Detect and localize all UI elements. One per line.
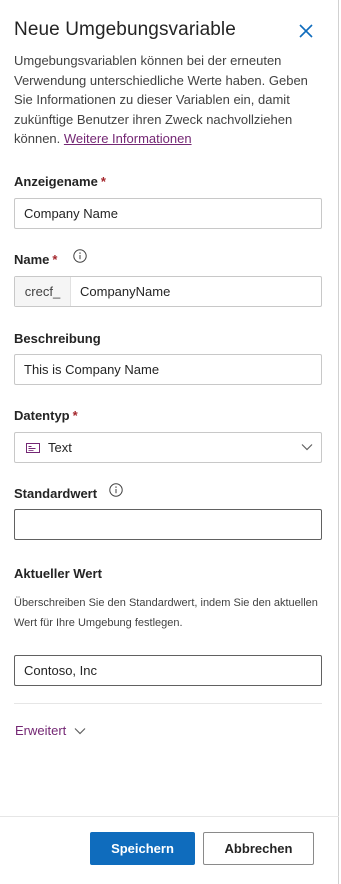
current-value-label: Aktueller Wert: [14, 566, 102, 581]
display-name-value: Company Name: [24, 206, 118, 221]
name-label: Name *: [14, 252, 57, 267]
default-value-label: Standardwert: [14, 486, 97, 501]
name-prefix: crecf_: [15, 277, 71, 306]
text-type-icon: [26, 442, 40, 453]
name-label-text: Name: [14, 252, 50, 267]
required-marker: *: [100, 174, 106, 189]
description-label-text: Beschreibung: [14, 331, 101, 346]
info-icon[interactable]: [73, 249, 87, 263]
name-input[interactable]: crecf_ CompanyName: [14, 276, 322, 307]
section-divider: [14, 703, 322, 704]
default-value-input[interactable]: [14, 509, 322, 540]
cancel-button[interactable]: Abbrechen: [203, 832, 314, 865]
footer-divider: [0, 816, 339, 817]
data-type-label: Datentyp *: [14, 408, 78, 423]
info-icon[interactable]: [109, 483, 123, 497]
panel-description: Umgebungsvariablen können bei der erneut…: [14, 51, 319, 149]
panel-title: Neue Umgebungsvariable: [14, 19, 236, 40]
data-type-value: Text: [48, 440, 72, 455]
current-value-input[interactable]: Contoso, Inc: [14, 655, 322, 686]
display-name-label-text: Anzeigename: [14, 174, 98, 189]
description-value: This is Company Name: [24, 362, 160, 377]
display-name-input[interactable]: Company Name: [14, 198, 322, 229]
current-value-value: Contoso, Inc: [24, 663, 97, 678]
current-value-label-text: Aktueller Wert: [14, 566, 102, 581]
advanced-label: Erweitert: [15, 723, 67, 738]
learn-more-link[interactable]: Weitere Informationen: [64, 131, 192, 146]
required-marker: *: [72, 408, 78, 423]
close-icon[interactable]: [295, 20, 317, 42]
chevron-down-icon: [74, 727, 86, 734]
save-button[interactable]: Speichern: [90, 832, 195, 865]
new-environment-variable-panel: Neue Umgebungsvariable Umgebungsvariable…: [0, 0, 339, 884]
data-type-select[interactable]: Text: [14, 432, 322, 463]
default-value-label-text: Standardwert: [14, 486, 98, 501]
name-value: CompanyName: [80, 284, 171, 299]
chevron-down-icon: [301, 444, 313, 451]
required-marker: *: [52, 252, 58, 267]
display-name-label: Anzeigename *: [14, 174, 106, 189]
data-type-label-text: Datentyp: [14, 408, 70, 423]
current-value-hint: Überschreiben Sie den Standardwert, inde…: [14, 597, 318, 629]
advanced-toggle[interactable]: Erweitert: [15, 723, 86, 738]
description-label: Beschreibung: [14, 331, 101, 346]
description-input[interactable]: This is Company Name: [14, 354, 322, 385]
